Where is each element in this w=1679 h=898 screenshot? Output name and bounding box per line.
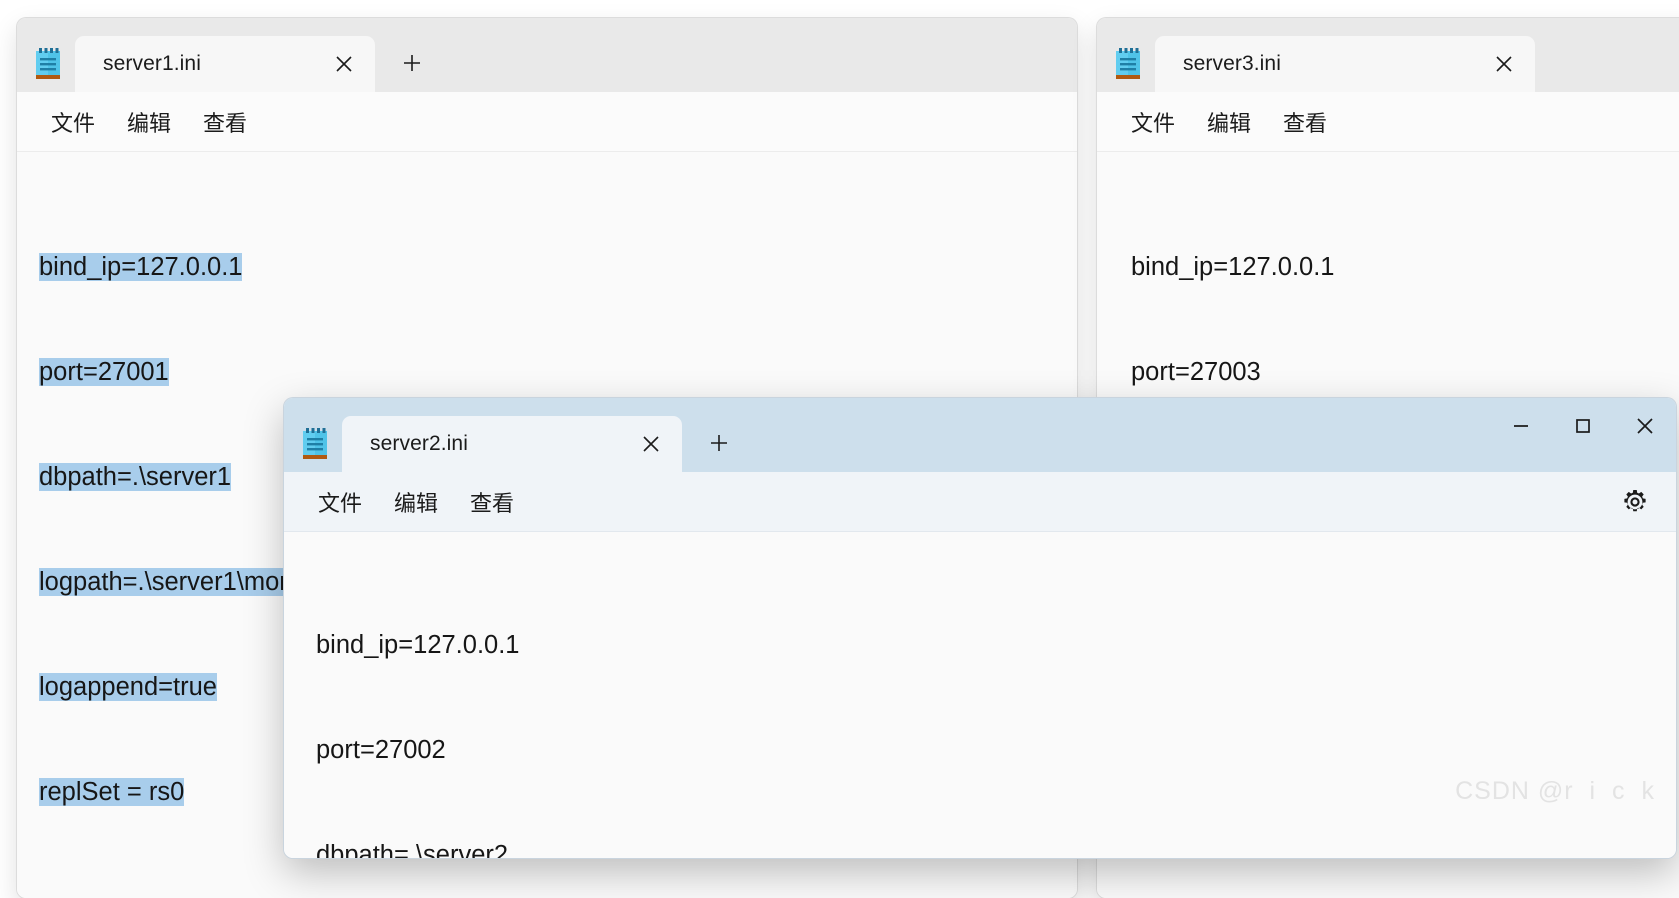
tab-strip: server1.ini — [17, 18, 1077, 92]
tab-strip: server3.ini — [1097, 18, 1679, 92]
tab-title: server3.ini — [1183, 52, 1281, 75]
close-icon[interactable] — [1487, 47, 1521, 81]
close-icon[interactable] — [634, 427, 668, 461]
menu-file[interactable]: 文件 — [1115, 102, 1191, 142]
menu-bar: 文件 编辑 查看 — [1097, 92, 1679, 152]
line-text: port=27003 — [1131, 358, 1261, 386]
line-text: replSet = rs0 — [39, 778, 185, 806]
tab-server2[interactable]: server2.ini — [342, 416, 682, 472]
csdn-watermark: CSDN @r i c k — [1455, 777, 1659, 806]
editor-line: port=27003 — [1131, 355, 1679, 390]
menu-edit[interactable]: 编辑 — [378, 482, 454, 522]
tab-server3[interactable]: server3.ini — [1155, 36, 1535, 92]
menu-bar: 文件 编辑 查看 — [17, 92, 1077, 152]
line-text: logappend=true — [39, 673, 217, 701]
line-text: dbpath=.\server1 — [39, 463, 232, 491]
line-text: port=27002 — [316, 736, 446, 764]
editor-line: bind_ip=127.0.0.1 — [1131, 250, 1679, 285]
new-tab-button[interactable] — [389, 40, 435, 86]
window-caption-buttons — [1490, 398, 1676, 454]
maximize-icon[interactable] — [1552, 398, 1614, 454]
new-tab-button[interactable] — [696, 420, 742, 466]
notepad-icon — [33, 47, 63, 81]
line-text: bind_ip=127.0.0.1 — [39, 253, 243, 281]
line-text: port=27001 — [39, 358, 169, 386]
editor-line: bind_ip=127.0.0.1 — [39, 250, 1077, 285]
editor-line: bind_ip=127.0.0.1 — [316, 628, 1676, 663]
minimize-icon[interactable] — [1490, 398, 1552, 454]
menu-bar: 文件 编辑 查看 — [284, 472, 1676, 532]
tab-strip: server2.ini — [284, 398, 1676, 472]
menu-view[interactable]: 查看 — [187, 102, 263, 142]
editor-content[interactable]: bind_ip=127.0.0.1 port=27002 dbpath=.\se… — [284, 532, 1676, 858]
line-text: bind_ip=127.0.0.1 — [316, 631, 520, 659]
line-text: bind_ip=127.0.0.1 — [1131, 253, 1335, 281]
menu-view[interactable]: 查看 — [1267, 102, 1343, 142]
notepad-icon — [1113, 47, 1143, 81]
editor-line: port=27002 — [316, 733, 1676, 768]
menu-edit[interactable]: 编辑 — [1191, 102, 1267, 142]
line-text: dbpath=.\server2 — [316, 841, 509, 858]
editor-line: dbpath=.\server2 — [316, 838, 1676, 858]
close-icon[interactable] — [327, 47, 361, 81]
tab-server1[interactable]: server1.ini — [75, 36, 375, 92]
editor-line: port=27001 — [39, 355, 1077, 390]
menu-edit[interactable]: 编辑 — [111, 102, 187, 142]
menu-file[interactable]: 文件 — [302, 482, 378, 522]
menu-file[interactable]: 文件 — [35, 102, 111, 142]
menu-view[interactable]: 查看 — [454, 482, 530, 522]
tab-title: server1.ini — [103, 52, 201, 75]
watermark-prefix: CSDN @ — [1455, 777, 1565, 805]
tab-title: server2.ini — [370, 432, 468, 455]
watermark-handle: r i c k — [1564, 777, 1659, 805]
notepad-icon — [300, 427, 330, 461]
window-close-icon[interactable] — [1614, 398, 1676, 454]
gear-icon[interactable] — [1616, 483, 1654, 521]
text-editor-server2[interactable]: bind_ip=127.0.0.1 port=27002 dbpath=.\se… — [284, 532, 1676, 858]
